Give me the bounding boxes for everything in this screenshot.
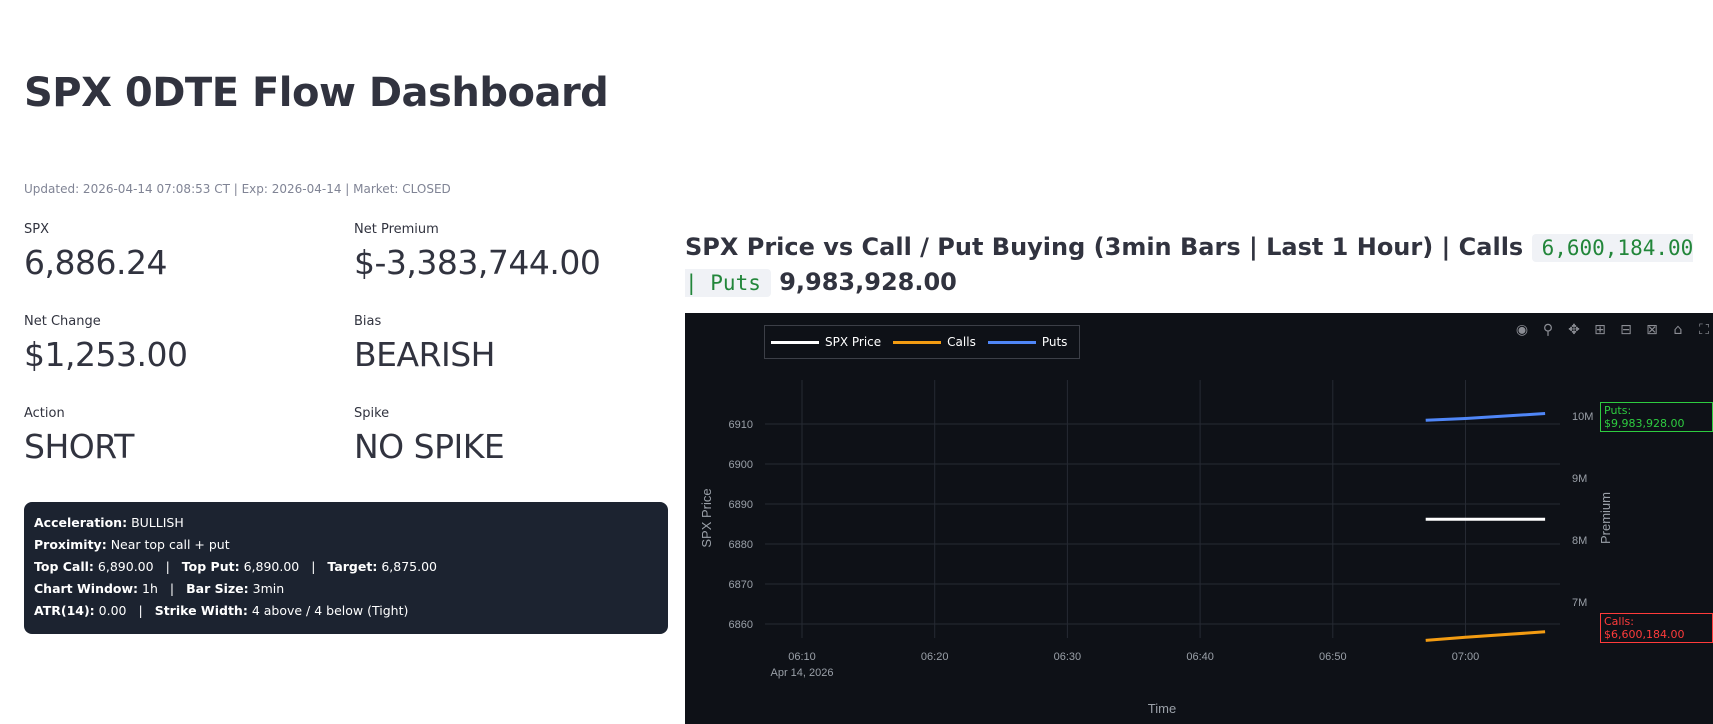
metric-label: Action (24, 406, 65, 421)
y2-tick-label: 10M (1572, 411, 1593, 423)
x-tick-label: 06:20 (921, 651, 949, 663)
info-separator: | (165, 559, 170, 574)
info-value: 6,890.00 (243, 559, 300, 574)
metric-value: $1,253.00 (24, 335, 188, 374)
x-tick-label: 06:30 (1054, 651, 1082, 663)
series-line-puts (1425, 412, 1546, 422)
info-key: Bar Size: (186, 581, 249, 596)
metric-label: Net Premium (354, 222, 439, 237)
info-separator: | (169, 581, 175, 596)
metric-net-change: Net Change $1,253.00 (24, 314, 324, 374)
legend-swatch (987, 340, 1036, 344)
y-tick-label: 6900 (729, 459, 753, 471)
metric-bias: Bias BEARISH (354, 314, 654, 374)
y2-tick-label: 9M (1572, 473, 1587, 485)
info-key: Proximity: (34, 537, 107, 552)
info-key: Top Put: (181, 559, 240, 574)
y-tick-label: 6910 (729, 419, 753, 431)
home-icon[interactable]: ⌂ (1669, 321, 1687, 339)
legend-item-puts[interactable]: Puts (987, 335, 1068, 349)
x-tick-label: 06:10 (788, 651, 816, 663)
y-tick-label: 6890 (729, 499, 753, 511)
x-tick-label: 06:40 (1186, 651, 1214, 663)
metric-label: Net Change (24, 314, 101, 329)
metric-value: 6,886.24 (24, 243, 167, 282)
info-panel: Acceleration: BULLISH Proximity: Near to… (24, 502, 668, 634)
info-key: Strike Width: (154, 603, 248, 618)
info-key: Acceleration: (34, 515, 128, 530)
autoscale-icon[interactable]: ⊠ (1643, 321, 1661, 339)
y-tick-label: 6870 (729, 579, 753, 591)
y-axis-title: SPX Price (699, 488, 714, 547)
metric-value: NO SPIKE (354, 427, 505, 466)
metric-value: BEARISH (354, 335, 496, 374)
info-line-acceleration: Acceleration: BULLISH (34, 512, 658, 534)
legend-item-spx[interactable]: SPX Price (771, 335, 881, 349)
info-line-atr: ATR(14): 0.00 | Strike Width: 4 above / … (34, 600, 658, 622)
chart-heading-suffix: 9,983,928.00 (779, 268, 957, 296)
info-line-proximity: Proximity: Near top call + put (34, 534, 658, 556)
info-value: 0.00 (98, 603, 127, 618)
metric-label: Bias (354, 314, 382, 329)
info-value: 6,875.00 (381, 559, 437, 574)
zoom-out-icon[interactable]: ⊟ (1617, 321, 1635, 339)
legend-item-calls[interactable]: Calls (893, 335, 976, 349)
info-key: Top Call: (34, 559, 94, 574)
y-tick-label: 6860 (729, 619, 753, 631)
y2-tick-label: 7M (1572, 597, 1587, 609)
info-key: ATR(14): (34, 603, 95, 618)
metric-label: SPX (24, 222, 49, 237)
info-value: 3min (252, 581, 285, 596)
chart-heading-text: SPX Price vs Call / Put Buying (3min Bar… (685, 233, 1524, 261)
info-line-window: Chart Window: 1h | Bar Size: 3min (34, 578, 658, 600)
legend-label: Calls (947, 335, 976, 349)
calls-annotation: Calls: $6,600,184.00 (1600, 613, 1713, 643)
camera-icon[interactable]: ◉ (1513, 321, 1531, 339)
info-key: Target: (327, 559, 378, 574)
metric-spike: Spike NO SPIKE (354, 406, 654, 466)
metric-action: Action SHORT (24, 406, 324, 466)
chart-legend: SPX Price Calls Puts (764, 325, 1081, 359)
chart-toolbar: ◉ ⚲ ✥ ⊞ ⊟ ⊠ ⌂ ⛶ (1513, 321, 1713, 339)
price-premium-chart[interactable]: 6860 6870 6880 6890 6900 6910 06:10 06:20 06:30 0… (685, 313, 1713, 724)
info-value: 6,890.00 (97, 559, 154, 574)
info-line-levels: Top Call: 6,890.00 | Top Put: 6,890.00 |… (34, 556, 658, 578)
x-tick-label: 07:00 (1452, 651, 1480, 663)
fullscreen-icon[interactable]: ⛶ (1695, 321, 1713, 339)
series-line-calls (1425, 630, 1546, 642)
zoom-icon[interactable]: ⚲ (1539, 321, 1557, 339)
zoom-in-icon[interactable]: ⊞ (1591, 321, 1609, 339)
metric-value: SHORT (24, 427, 134, 466)
metric-net-premium: Net Premium $-3,383,744.00 (354, 222, 654, 282)
legend-swatch (771, 340, 819, 344)
puts-annotation: Puts: $9,983,928.00 (1600, 402, 1713, 432)
metric-value: $-3,383,744.00 (354, 243, 601, 282)
y2-tick-label: 8M (1572, 535, 1587, 547)
info-value: Near top call + put (110, 537, 230, 552)
x-tick-label: 06:50 (1319, 651, 1347, 663)
x-axis-title: Time (1148, 701, 1176, 716)
info-separator: | (138, 603, 143, 618)
x-date-label: Apr 14, 2026 (771, 667, 834, 679)
info-value: 4 above / 4 below (Tight) (251, 603, 409, 618)
chart-heading: SPX Price vs Call / Put Buying (3min Bar… (685, 230, 1695, 300)
legend-label: Puts (1041, 335, 1068, 349)
updated-status: Updated: 2026-04-14 07:08:53 CT | Exp: 2… (24, 182, 451, 196)
chart-svg[interactable]: 6860 6870 6880 6890 6900 6910 06:10 06:20 06:30 0… (685, 313, 1713, 724)
info-value: 1h (142, 581, 158, 596)
info-value: BULLISH (131, 515, 184, 530)
info-key: Chart Window: (34, 581, 139, 596)
metric-label: Spike (354, 406, 390, 421)
legend-swatch (893, 340, 942, 344)
page-title: SPX 0DTE Flow Dashboard (24, 70, 609, 116)
legend-label: SPX Price (825, 335, 882, 349)
pan-icon[interactable]: ✥ (1565, 321, 1583, 339)
y-tick-label: 6880 (729, 539, 753, 551)
y2-axis-title: Premium (1598, 492, 1613, 544)
info-separator: | (311, 559, 316, 574)
metric-spx: SPX 6,886.24 (24, 222, 324, 282)
